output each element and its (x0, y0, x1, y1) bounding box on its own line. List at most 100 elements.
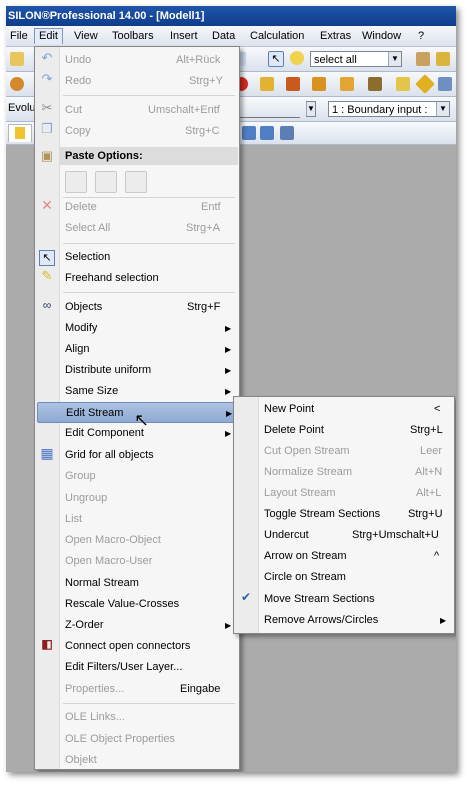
modify-label: Modify (65, 322, 98, 334)
menu-item-open-macro-user[interactable]: Open Macro-User (35, 551, 239, 572)
submenu-item-layout[interactable]: Layout Stream Alt+L (234, 483, 454, 504)
menu-item-list[interactable]: List (35, 509, 239, 530)
model-tab[interactable] (8, 124, 32, 142)
submenu-item-new-point[interactable]: New Point < (234, 399, 454, 420)
menu-item-ole-links[interactable]: OLE Links... (35, 707, 239, 728)
submenu-item-toggle[interactable]: Toggle Stream Sections Strg+U (234, 504, 454, 525)
menu-file[interactable]: File (6, 29, 32, 44)
checkmark-icon: ✔ (240, 590, 252, 604)
boundary-input-combo[interactable]: 1 : Boundary input : ▼ (328, 101, 450, 117)
undercut-shortcut: Strg+Umschalt+U (352, 529, 439, 541)
undo-icon: ↶ (41, 50, 53, 65)
menu-edit[interactable]: Edit (34, 28, 63, 44)
menu-item-grid[interactable]: ▦ Grid for all objects (35, 445, 239, 466)
group-label: Group (65, 470, 96, 482)
submenu-item-move[interactable]: ✔ Move Stream Sections (234, 589, 454, 610)
properties-shortcut: Eingabe (180, 683, 221, 695)
menu-item-group[interactable]: Group (35, 466, 239, 487)
sun-icon[interactable] (260, 77, 274, 91)
heater-icon[interactable] (312, 77, 326, 91)
move-label: Move Stream Sections (264, 593, 375, 605)
menu-item-freehand[interactable]: ✎ Freehand selection (35, 268, 239, 289)
chip-icon[interactable] (368, 77, 382, 91)
menu-item-filters[interactable]: Edit Filters/User Layer... (35, 657, 239, 678)
submenu-item-delete-point[interactable]: Delete Point Strg+L (234, 420, 454, 441)
menu-item-align[interactable]: Align ▶ (35, 339, 239, 360)
menu-data[interactable]: Data (208, 29, 239, 44)
slider-track[interactable] (236, 101, 300, 118)
edit-menu: ↶ Undo Alt+Rück ↷ Redo Strg+Y ✂ Cut Umsc… (34, 46, 240, 770)
burner-icon[interactable] (340, 77, 354, 91)
menu-item-cut[interactable]: ✂ Cut Umschalt+Entf (35, 100, 239, 121)
menu-calculation[interactable]: Calculation (246, 29, 308, 44)
delete-point-shortcut: Strg+L (410, 424, 443, 436)
menu-item-modify[interactable]: Modify ▶ (35, 318, 239, 339)
menu-extras[interactable]: Extras (316, 29, 355, 44)
chevron-down-icon: ▼ (306, 102, 315, 116)
menu-item-objects[interactable]: ∞ Objects Strg+F (35, 297, 239, 318)
diamond-icon[interactable] (415, 74, 435, 94)
connector-icon: ◧ (41, 637, 53, 651)
distribute-icon[interactable] (280, 126, 294, 140)
arrow-cursor-icon[interactable]: ↖ (268, 51, 284, 67)
menu-insert[interactable]: Insert (166, 29, 202, 44)
align-label: Align (65, 343, 90, 355)
menu-help[interactable]: ? (414, 29, 428, 44)
small-dropdown[interactable]: ▼ (306, 101, 316, 117)
menu-separator (63, 95, 235, 96)
menu-item-distribute[interactable]: Distribute uniform ▶ (35, 360, 239, 381)
cut-open-label: Cut Open Stream (264, 445, 350, 457)
ole-properties-label: OLE Object Properties (65, 733, 176, 745)
menu-item-open-macro-object[interactable]: Open Macro-Object (35, 530, 239, 551)
menu-item-redo[interactable]: ↷ Redo Strg+Y (35, 71, 239, 92)
menu-item-normal-stream[interactable]: Normal Stream (35, 573, 239, 594)
star-icon[interactable] (396, 77, 410, 91)
align-right-icon[interactable] (260, 126, 274, 140)
list-label: List (65, 513, 83, 525)
menu-item-delete[interactable]: ✕ Delete Entf (35, 197, 239, 218)
component-icon[interactable] (436, 52, 450, 66)
menu-toolbars[interactable]: Toolbars (108, 29, 158, 44)
menu-item-undo[interactable]: ↶ Undo Alt+Rück (35, 50, 239, 71)
objects-label: Objects (65, 301, 103, 313)
menu-item-z-order[interactable]: Z-Order ▶ (35, 615, 239, 636)
menu-item-rescale[interactable]: Rescale Value-Crosses (35, 594, 239, 615)
submenu-item-cut-open[interactable]: Cut Open Stream Leer (234, 441, 454, 462)
objekt-label: Objekt (65, 754, 97, 766)
freehand-label: Freehand selection (65, 272, 159, 284)
menu-item-ungroup[interactable]: Ungroup (35, 488, 239, 509)
selection-mode-combo[interactable]: select all ▼ (310, 51, 402, 67)
submenu-item-circle[interactable]: Circle on Stream (234, 567, 454, 588)
normalize-shortcut: Alt+N (415, 466, 443, 478)
clipboard-icon: ▣ (40, 148, 54, 163)
submenu-item-normalize[interactable]: Normalize Stream Alt+N (234, 462, 454, 483)
menu-item-connect[interactable]: ◧ Connect open connectors (35, 636, 239, 657)
app-window: SILON®Professional 14.00 - [Modell1] Fil… (6, 6, 456, 772)
menu-item-selection[interactable]: ↖ Selection (35, 247, 239, 268)
align-left-icon[interactable] (242, 126, 256, 140)
submenu-item-undercut[interactable]: Undercut Strg+Umschalt+U (234, 525, 454, 546)
menu-item-ole-properties[interactable]: OLE Object Properties (35, 729, 239, 750)
layout-label: Layout Stream (264, 487, 336, 499)
chip-icon[interactable] (416, 52, 430, 66)
menu-window[interactable]: Window (358, 29, 405, 44)
submenu-item-remove[interactable]: Remove Arrows/Circles ▶ (234, 610, 454, 631)
circle-label: Circle on Stream (264, 571, 346, 583)
open-folder-icon[interactable] (10, 52, 24, 66)
menu-item-copy[interactable]: ❐ Copy Strg+C (35, 121, 239, 142)
menu-item-same-size[interactable]: Same Size ▶ (35, 381, 239, 402)
menu-item-properties[interactable]: Properties... Eingabe (35, 679, 239, 700)
chevron-down-icon: ▼ (388, 52, 401, 66)
toggle-shortcut: Strg+U (408, 508, 443, 520)
toggle-label: Toggle Stream Sections (264, 508, 381, 520)
menu-item-select-all[interactable]: Select All Strg+A (35, 218, 239, 239)
submenu-item-arrow[interactable]: Arrow on Stream ^ (234, 546, 454, 567)
pump-icon[interactable] (10, 77, 24, 91)
edit-stream-label: Edit Stream (66, 407, 124, 419)
objects-shortcut: Strg+F (187, 301, 221, 313)
house-icon[interactable] (286, 77, 300, 91)
grid-icon[interactable] (438, 77, 452, 91)
menu-view[interactable]: View (70, 29, 102, 44)
freehand-lasso-icon[interactable] (290, 51, 304, 65)
menu-item-objekt[interactable]: Objekt (35, 750, 239, 771)
